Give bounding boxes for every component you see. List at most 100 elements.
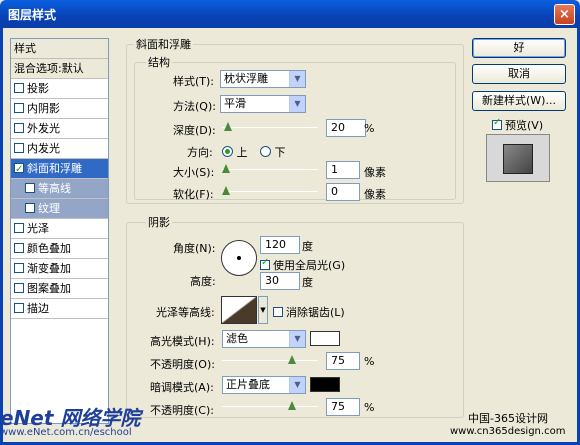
style-item-stroke[interactable]: 描边 bbox=[11, 299, 108, 319]
highlight-mode-select[interactable]: 滤色 ▼ bbox=[222, 330, 306, 348]
shadow-mode-select[interactable]: 正片叠底 ▼ bbox=[222, 376, 306, 394]
style-preview bbox=[486, 134, 550, 182]
angle-label: 角度(N): bbox=[173, 242, 216, 255]
checkbox-icon[interactable] bbox=[14, 263, 24, 273]
slider-thumb[interactable] bbox=[222, 186, 230, 195]
angle-unit: 度 bbox=[302, 240, 313, 253]
checkbox-icon[interactable] bbox=[25, 203, 35, 213]
checkbox-icon[interactable] bbox=[14, 223, 24, 233]
size-unit: 像素 bbox=[364, 166, 386, 179]
shadow-opacity-unit: % bbox=[364, 401, 375, 414]
global-light-option[interactable]: 使用全局光(G) bbox=[260, 257, 345, 273]
radio-selected-icon[interactable] bbox=[222, 146, 233, 157]
shadow-opacity-input[interactable]: 75 bbox=[326, 398, 360, 416]
altitude-input[interactable]: 30 bbox=[260, 272, 300, 290]
checkbox-icon[interactable] bbox=[14, 123, 24, 133]
watermark-site-url: www.cn365design.com bbox=[450, 426, 566, 437]
style-item-inner-shadow[interactable]: 内阴影 bbox=[11, 99, 108, 119]
style-item-drop-shadow[interactable]: 投影 bbox=[11, 79, 108, 99]
shadow-color-swatch[interactable] bbox=[310, 377, 340, 392]
checkbox-icon[interactable] bbox=[14, 143, 24, 153]
direction-up-option[interactable]: 上 bbox=[222, 144, 248, 160]
styles-list: 样式 混合选项:默认 投影 内阴影 外发光 内发光 斜面和浮雕 等高线 纹理 光… bbox=[10, 38, 109, 424]
style-item-contour[interactable]: 等高线 bbox=[11, 179, 108, 199]
checkbox-icon[interactable] bbox=[14, 243, 24, 253]
slider-thumb[interactable] bbox=[288, 355, 296, 364]
chevron-down-icon: ▼ bbox=[289, 71, 305, 87]
method-select[interactable]: 平滑 ▼ bbox=[220, 95, 306, 113]
highlight-opacity-label: 不透明度(O): bbox=[150, 358, 215, 371]
soften-input[interactable]: 0 bbox=[326, 183, 360, 201]
bevel-group-title: 斜面和浮雕 bbox=[134, 36, 193, 52]
style-item-bevel-emboss[interactable]: 斜面和浮雕 bbox=[11, 159, 108, 179]
soften-slider[interactable] bbox=[222, 186, 318, 198]
highlight-color-swatch[interactable] bbox=[310, 331, 340, 346]
antialias-option[interactable]: 消除锯齿(L) bbox=[273, 304, 345, 320]
preview-option[interactable]: 预览(V) bbox=[492, 117, 543, 133]
style-item-satin[interactable]: 光泽 bbox=[11, 219, 108, 239]
shadow-opacity-slider[interactable] bbox=[222, 401, 318, 413]
new-style-button[interactable]: 新建样式(W)... bbox=[472, 91, 566, 111]
gloss-contour-label: 光泽等高线: bbox=[156, 306, 215, 319]
direction-down-option[interactable]: 下 bbox=[260, 144, 286, 160]
style-item-gradient-overlay[interactable]: 渐变叠加 bbox=[11, 259, 108, 279]
altitude-label: 高度: bbox=[190, 275, 216, 288]
style-item-outer-glow[interactable]: 外发光 bbox=[11, 119, 108, 139]
shadow-opacity-label: 不透明度(C): bbox=[150, 404, 214, 417]
highlight-opacity-slider[interactable] bbox=[222, 355, 318, 367]
cancel-button[interactable]: 取消 bbox=[472, 64, 566, 84]
checkbox-icon[interactable] bbox=[14, 283, 24, 293]
style-item-color-overlay[interactable]: 颜色叠加 bbox=[11, 239, 108, 259]
direction-label: 方向: bbox=[187, 146, 213, 159]
checkbox-icon[interactable] bbox=[14, 83, 24, 93]
checkbox-icon[interactable] bbox=[273, 307, 283, 317]
style-label: 样式(T): bbox=[173, 75, 215, 88]
angle-dial[interactable] bbox=[221, 240, 257, 276]
soften-label: 软化(F): bbox=[173, 188, 214, 201]
depth-label: 深度(D): bbox=[173, 124, 216, 137]
styles-list-header[interactable]: 样式 bbox=[11, 39, 108, 59]
style-item-pattern-overlay[interactable]: 图案叠加 bbox=[11, 279, 108, 299]
checkbox-icon[interactable] bbox=[14, 303, 24, 313]
slider-thumb[interactable] bbox=[222, 164, 230, 173]
close-button[interactable]: × bbox=[554, 4, 575, 25]
highlight-opacity-input[interactable]: 75 bbox=[326, 352, 360, 370]
structure-title: 结构 bbox=[146, 54, 172, 70]
size-input[interactable]: 1 bbox=[326, 161, 360, 179]
size-slider[interactable] bbox=[222, 164, 318, 176]
checkbox-icon[interactable] bbox=[14, 103, 24, 113]
checkbox-icon[interactable] bbox=[25, 183, 35, 193]
chevron-down-icon: ▼ bbox=[289, 331, 305, 347]
blend-options-item[interactable]: 混合选项:默认 bbox=[11, 59, 108, 79]
window-title: 图层样式 bbox=[8, 8, 57, 22]
size-label: 大小(S): bbox=[173, 166, 215, 179]
depth-input[interactable]: 20 bbox=[326, 119, 366, 137]
style-select[interactable]: 枕状浮雕 ▼ bbox=[220, 70, 306, 88]
radio-icon[interactable] bbox=[260, 146, 271, 157]
style-item-texture[interactable]: 纹理 bbox=[11, 199, 108, 219]
angle-input[interactable]: 120 bbox=[260, 236, 300, 254]
shading-title: 阴影 bbox=[146, 214, 172, 230]
watermark-url: www.eNet.com.cn/eschool bbox=[0, 427, 132, 438]
chevron-down-icon: ▼ bbox=[289, 377, 305, 393]
highlight-mode-label: 高光模式(H): bbox=[150, 335, 215, 348]
checkbox-checked-icon[interactable] bbox=[260, 257, 270, 270]
depth-unit: % bbox=[364, 122, 375, 135]
shadow-mode-label: 暗调模式(A): bbox=[150, 381, 214, 394]
method-label: 方法(Q): bbox=[173, 100, 216, 113]
checkbox-checked-icon[interactable] bbox=[14, 160, 24, 179]
chevron-down-icon: ▼ bbox=[289, 96, 305, 112]
soften-unit: 像素 bbox=[364, 188, 386, 201]
gloss-contour-preview[interactable] bbox=[221, 296, 257, 324]
style-item-inner-glow[interactable]: 内发光 bbox=[11, 139, 108, 159]
depth-slider[interactable] bbox=[222, 122, 318, 134]
checkbox-checked-icon[interactable] bbox=[492, 117, 502, 130]
title-bar: 图层样式 × bbox=[0, 0, 580, 28]
slider-thumb[interactable] bbox=[288, 401, 296, 410]
chevron-down-icon[interactable]: ▼ bbox=[258, 296, 268, 324]
watermark-site: 中国-365设计网 bbox=[468, 412, 548, 425]
highlight-opacity-unit: % bbox=[364, 355, 375, 368]
slider-thumb[interactable] bbox=[223, 122, 232, 131]
altitude-unit: 度 bbox=[302, 276, 313, 289]
ok-button[interactable]: 好 bbox=[472, 38, 566, 58]
